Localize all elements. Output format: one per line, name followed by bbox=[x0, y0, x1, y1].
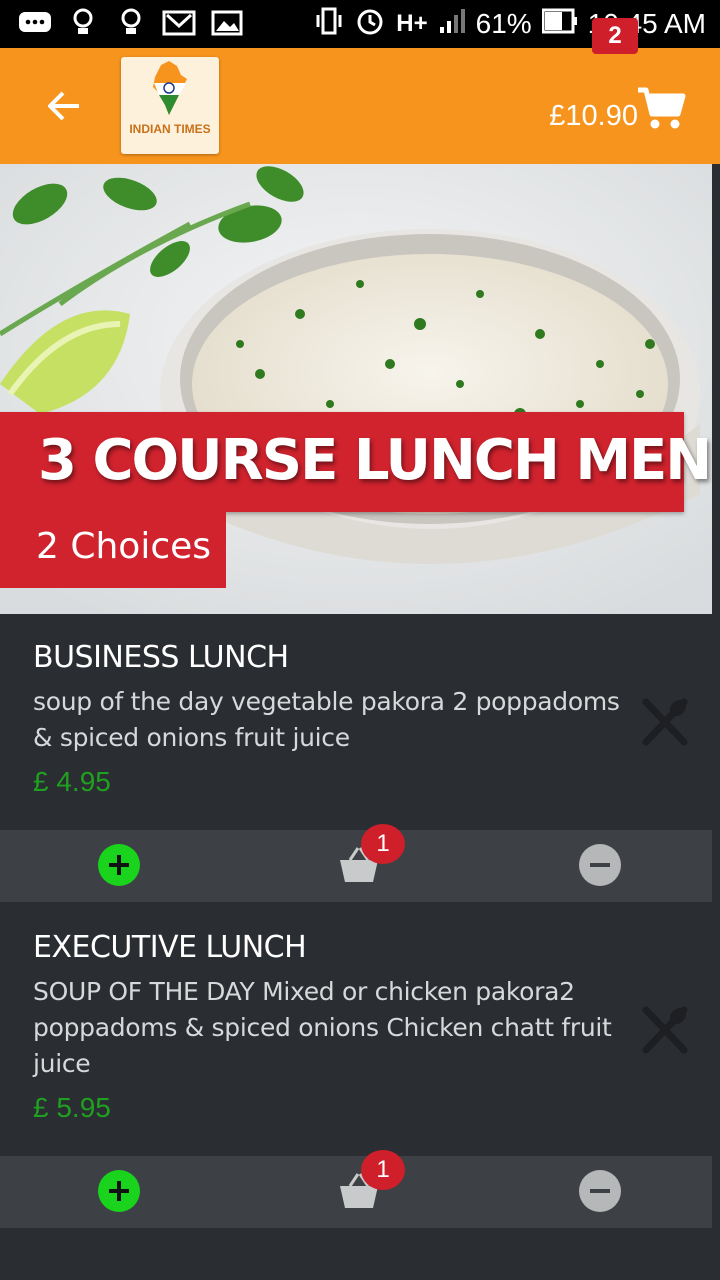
gmail-icon bbox=[162, 6, 196, 40]
menu-item[interactable]: BUSINESS LUNCH soup of the day vegetable… bbox=[0, 614, 720, 830]
utensils-icon bbox=[640, 1006, 690, 1054]
shopping-cart-icon[interactable] bbox=[636, 84, 686, 132]
vibrate-icon bbox=[314, 6, 344, 43]
image-icon bbox=[210, 6, 244, 40]
add-button[interactable] bbox=[98, 1170, 140, 1212]
logo-text: INDIAN TIMES bbox=[129, 122, 211, 136]
message-icon bbox=[18, 6, 52, 40]
plus-icon bbox=[109, 855, 129, 875]
utensils-icon bbox=[640, 698, 690, 746]
signal-icon bbox=[438, 7, 466, 42]
item-title: BUSINESS LUNCH bbox=[33, 640, 289, 675]
menu-item[interactable]: EXECUTIVE LUNCH SOUP OF THE DAY Mixed or… bbox=[0, 902, 720, 1156]
item-action-bar: 1 bbox=[0, 824, 712, 902]
app-header: INDIAN TIMES £10.90 bbox=[0, 48, 720, 164]
hero-subtitle-box: 2 Choices bbox=[0, 512, 226, 588]
hero-banner: 3 COURSE LUNCH MENU 2 Choices bbox=[0, 164, 712, 614]
remove-button[interactable] bbox=[579, 1170, 621, 1212]
india-map-icon bbox=[153, 61, 187, 115]
restaurant-logo[interactable]: INDIAN TIMES bbox=[121, 57, 219, 154]
item-price: £ 4.95 bbox=[33, 766, 111, 797]
remove-button[interactable] bbox=[579, 844, 621, 886]
quantity-badge: 1 bbox=[361, 1150, 405, 1190]
network-type: H+ bbox=[396, 10, 428, 37]
item-title: EXECUTIVE LUNCH bbox=[33, 930, 307, 965]
battery-percent: 61% bbox=[475, 8, 532, 39]
lightbulb-icon bbox=[66, 6, 100, 40]
plus-icon bbox=[109, 1181, 129, 1201]
item-action-bar: 1 bbox=[0, 1150, 712, 1228]
lightbulb-icon bbox=[114, 6, 148, 40]
add-button[interactable] bbox=[98, 844, 140, 886]
battery-icon bbox=[541, 8, 578, 41]
back-button[interactable] bbox=[34, 78, 94, 134]
hero-title-box: 3 COURSE LUNCH MENU bbox=[0, 412, 712, 512]
hero-title: 3 COURSE LUNCH MENU bbox=[38, 428, 712, 493]
arrow-left-icon bbox=[48, 91, 79, 121]
item-price: £ 5.95 bbox=[33, 1092, 111, 1123]
scroll-edge bbox=[712, 164, 720, 614]
cart-total[interactable]: £10.90 bbox=[549, 100, 638, 133]
hero-subtitle: 2 Choices bbox=[36, 526, 212, 567]
alarm-icon bbox=[354, 5, 386, 44]
item-description: SOUP OF THE DAY Mixed or chicken pakora2… bbox=[33, 977, 612, 1078]
minus-icon bbox=[590, 863, 610, 867]
cart-count-badge: 2 bbox=[592, 18, 638, 54]
item-description: soup of the day vegetable pakora 2 poppa… bbox=[33, 687, 620, 752]
quantity-badge: 1 bbox=[361, 824, 405, 864]
minus-icon bbox=[590, 1189, 610, 1193]
